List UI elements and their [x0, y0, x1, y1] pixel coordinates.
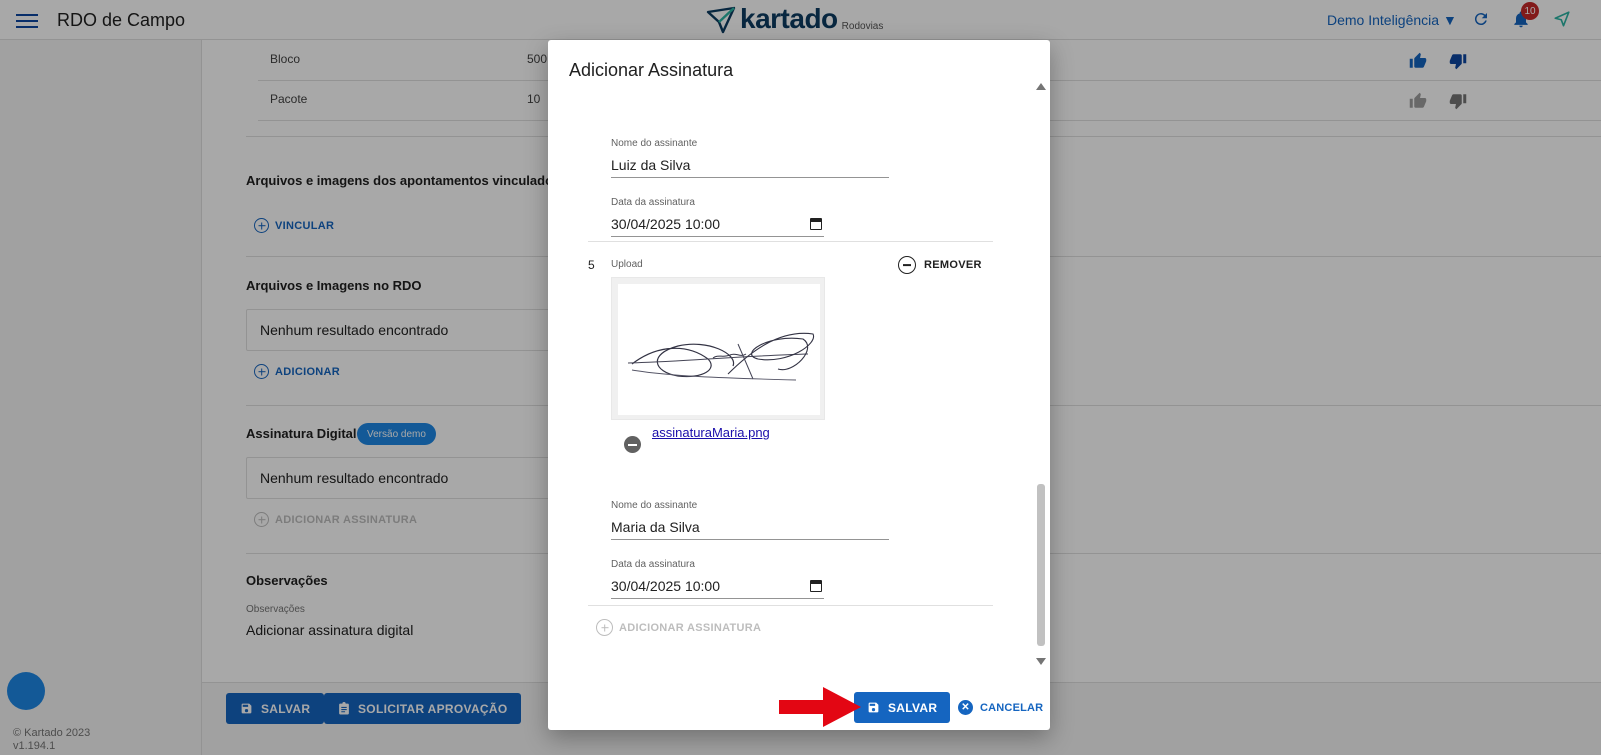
dialog-save-button[interactable]: SALVAR [854, 692, 951, 723]
dialog-title: Adicionar Assinatura [569, 60, 734, 80]
signature-image [618, 284, 820, 415]
remove-file-icon[interactable] [624, 436, 641, 453]
signature-date-label: Data da assinatura [611, 559, 695, 570]
signature-date-input[interactable]: 30/04/2025 10:00 [611, 573, 824, 599]
upload-label: Upload [611, 259, 643, 270]
signature-preview [611, 277, 825, 420]
signer-name-input[interactable] [611, 152, 889, 178]
signature-date-value: 30/04/2025 10:00 [611, 577, 720, 594]
dialog-cancel-label: CANCELAR [980, 701, 1044, 714]
signature-date-value: 30/04/2025 10:00 [611, 215, 720, 232]
add-signature-button[interactable]: ADICIONAR ASSINATURA [596, 619, 761, 636]
remove-button[interactable]: REMOVER [898, 256, 982, 274]
signer-name-label: Nome do assinante [611, 500, 698, 511]
signer-name-label: Nome do assinante [611, 138, 698, 149]
scrollbar-thumb[interactable] [1037, 484, 1045, 646]
calendar-icon[interactable] [810, 579, 822, 592]
floppy-disk-icon [868, 702, 879, 713]
uploaded-file-link[interactable]: assinaturaMaria.png [652, 425, 770, 440]
signature-date-input[interactable]: 30/04/2025 10:00 [611, 211, 824, 237]
signature-drawing [627, 332, 814, 381]
entry-divider [588, 605, 993, 606]
add-circle-icon [596, 619, 613, 636]
dialog-save-label: SALVAR [888, 700, 938, 715]
add-signature-label: ADICIONAR ASSINATURA [619, 621, 762, 634]
calendar-icon[interactable] [810, 217, 822, 230]
signature-date-label: Data da assinatura [611, 197, 695, 208]
cancel-circle-icon: ✕ [958, 700, 973, 715]
signer-name-input[interactable] [611, 514, 889, 540]
add-signature-dialog: Adicionar Assinatura Nome do assinante D… [548, 40, 1050, 730]
remove-circle-icon [898, 256, 916, 274]
remove-button-label: REMOVER [924, 259, 982, 271]
annotation-arrow-icon [779, 687, 861, 727]
scroll-down-icon[interactable] [1036, 658, 1046, 665]
entry-divider [588, 241, 993, 242]
dialog-cancel-button[interactable]: ✕ CANCELAR [958, 692, 1043, 723]
entry-number: 5 [588, 258, 595, 272]
